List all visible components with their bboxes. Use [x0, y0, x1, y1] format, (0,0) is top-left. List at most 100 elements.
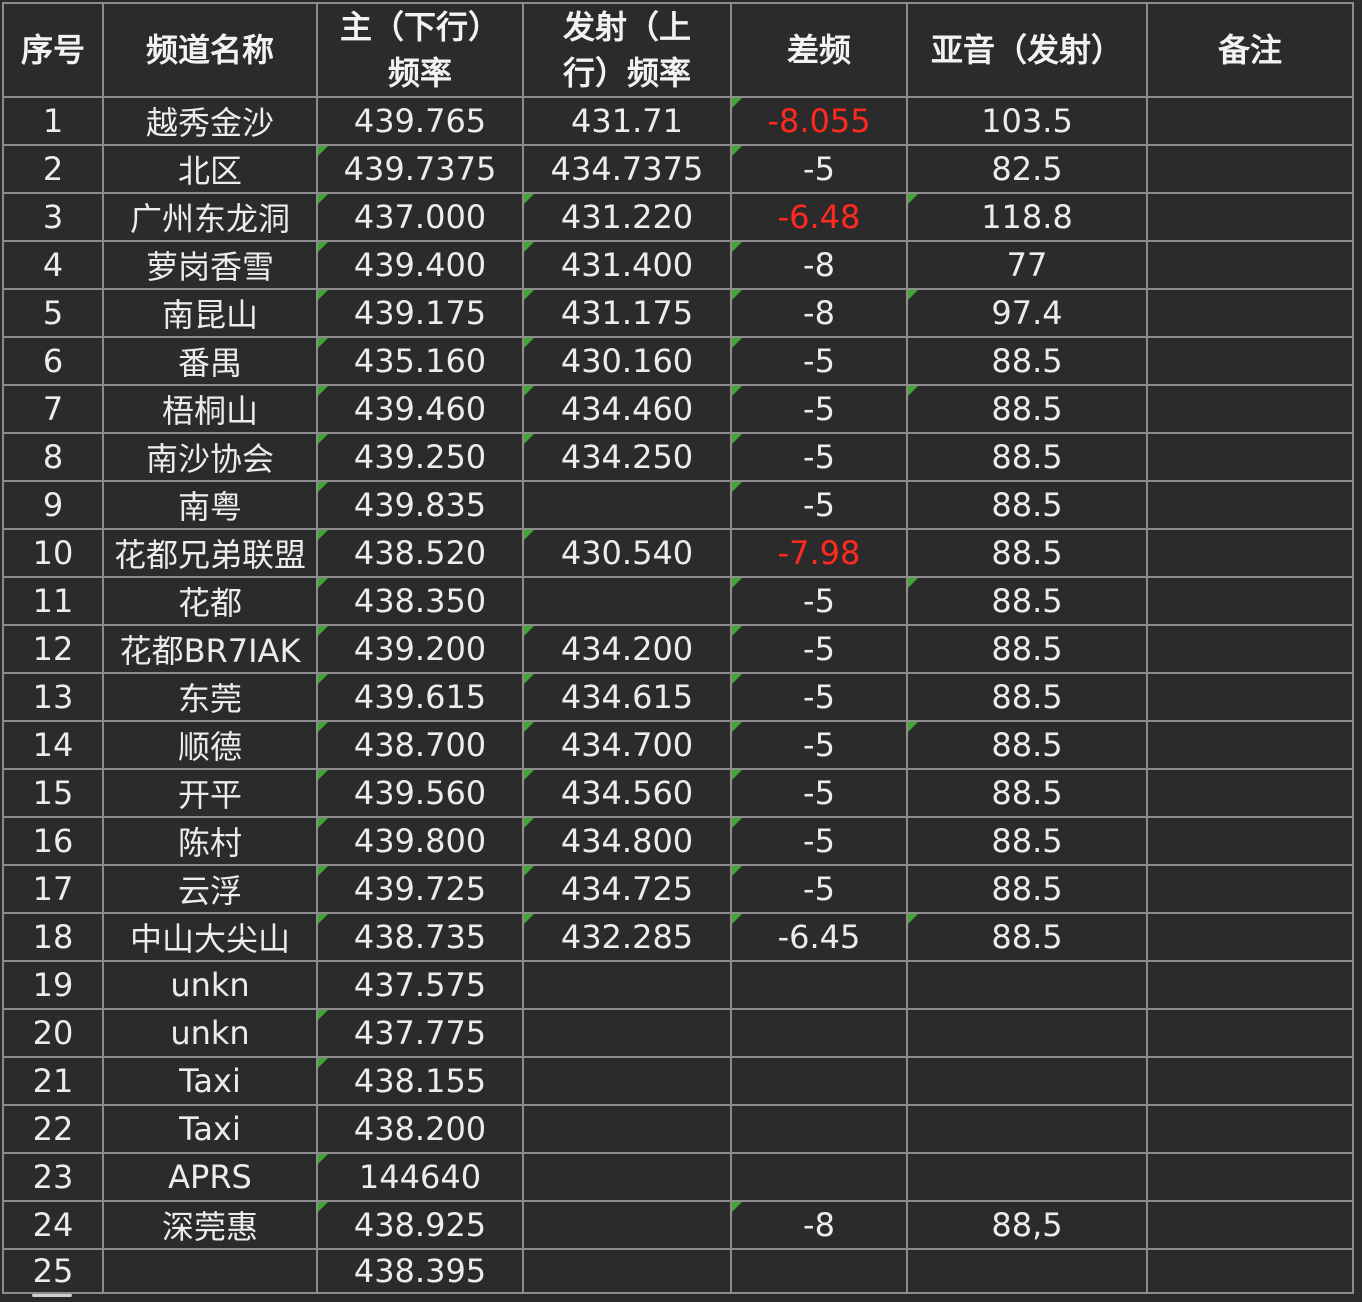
cell-notes[interactable] — [1146, 672, 1354, 722]
cell-channel-name[interactable]: 南昆山 — [102, 288, 318, 338]
header-cell-offset[interactable]: 差频 — [730, 2, 908, 98]
cell-index[interactable]: 23 — [2, 1152, 104, 1202]
cell-downlink-freq[interactable]: 439.800 — [316, 816, 524, 866]
cell-uplink-freq[interactable] — [522, 480, 732, 530]
cell-downlink-freq[interactable]: 438.155 — [316, 1056, 524, 1106]
cell-downlink-freq[interactable]: 439.200 — [316, 624, 524, 674]
cell-ctcss[interactable]: 88.5 — [906, 864, 1148, 914]
cell-uplink-freq[interactable] — [522, 1008, 732, 1058]
cell-uplink-freq[interactable] — [522, 1104, 732, 1154]
cell-ctcss[interactable]: 88.5 — [906, 576, 1148, 626]
cell-ctcss[interactable] — [906, 1104, 1148, 1154]
cell-uplink-freq[interactable]: 434.800 — [522, 816, 732, 866]
cell-downlink-freq[interactable]: 438.200 — [316, 1104, 524, 1154]
cell-notes[interactable] — [1146, 192, 1354, 242]
cell-notes[interactable] — [1146, 1200, 1354, 1250]
cell-channel-name[interactable]: 陈村 — [102, 816, 318, 866]
cell-notes[interactable] — [1146, 816, 1354, 866]
cell-notes[interactable] — [1146, 96, 1354, 146]
cell-uplink-freq[interactable]: 431.71 — [522, 96, 732, 146]
cell-offset[interactable] — [730, 1008, 908, 1058]
cell-ctcss[interactable] — [906, 1008, 1148, 1058]
cell-index[interactable]: 14 — [2, 720, 104, 770]
cell-downlink-freq[interactable]: 144640 — [316, 1152, 524, 1202]
cell-downlink-freq[interactable]: 439.250 — [316, 432, 524, 482]
cell-ctcss[interactable]: 88.5 — [906, 816, 1148, 866]
cell-index[interactable]: 24 — [2, 1200, 104, 1250]
cell-index[interactable]: 4 — [2, 240, 104, 290]
cell-offset[interactable]: -5 — [730, 624, 908, 674]
cell-ctcss[interactable]: 88.5 — [906, 528, 1148, 578]
cell-channel-name[interactable]: unkn — [102, 1008, 318, 1058]
cell-uplink-freq[interactable]: 431.175 — [522, 288, 732, 338]
cell-index[interactable]: 25 — [2, 1248, 104, 1294]
cell-offset[interactable]: -5 — [730, 432, 908, 482]
cell-offset[interactable] — [730, 1248, 908, 1294]
cell-ctcss[interactable]: 82.5 — [906, 144, 1148, 194]
cell-notes[interactable] — [1146, 768, 1354, 818]
cell-downlink-freq[interactable]: 438.700 — [316, 720, 524, 770]
cell-index[interactable]: 11 — [2, 576, 104, 626]
cell-channel-name[interactable]: 中山大尖山 — [102, 912, 318, 962]
header-cell-uplink-freq[interactable]: 发射（上行）频率 — [522, 2, 732, 98]
cell-uplink-freq[interactable]: 431.220 — [522, 192, 732, 242]
cell-channel-name[interactable]: 云浮 — [102, 864, 318, 914]
cell-downlink-freq[interactable]: 438.925 — [316, 1200, 524, 1250]
cell-channel-name[interactable]: 东莞 — [102, 672, 318, 722]
cell-downlink-freq[interactable]: 437.000 — [316, 192, 524, 242]
cell-channel-name[interactable] — [102, 1248, 318, 1294]
cell-index[interactable]: 6 — [2, 336, 104, 386]
cell-channel-name[interactable]: 越秀金沙 — [102, 96, 318, 146]
cell-uplink-freq[interactable]: 434.250 — [522, 432, 732, 482]
cell-channel-name[interactable]: APRS — [102, 1152, 318, 1202]
cell-channel-name[interactable]: 萝岗香雪 — [102, 240, 318, 290]
cell-notes[interactable] — [1146, 528, 1354, 578]
cell-offset[interactable]: -8 — [730, 240, 908, 290]
cell-index[interactable]: 10 — [2, 528, 104, 578]
cell-uplink-freq[interactable]: 434.615 — [522, 672, 732, 722]
cell-index[interactable]: 19 — [2, 960, 104, 1010]
cell-uplink-freq[interactable] — [522, 1200, 732, 1250]
cell-offset[interactable] — [730, 1056, 908, 1106]
cell-index[interactable]: 3 — [2, 192, 104, 242]
cell-offset[interactable] — [730, 1152, 908, 1202]
cell-index[interactable]: 21 — [2, 1056, 104, 1106]
cell-downlink-freq[interactable]: 439.615 — [316, 672, 524, 722]
cell-downlink-freq[interactable]: 438.350 — [316, 576, 524, 626]
cell-index[interactable]: 9 — [2, 480, 104, 530]
cell-uplink-freq[interactable] — [522, 1056, 732, 1106]
cell-ctcss[interactable] — [906, 960, 1148, 1010]
cell-channel-name[interactable]: unkn — [102, 960, 318, 1010]
cell-notes[interactable] — [1146, 336, 1354, 386]
cell-index[interactable]: 18 — [2, 912, 104, 962]
cell-uplink-freq[interactable] — [522, 576, 732, 626]
cell-channel-name[interactable]: 梧桐山 — [102, 384, 318, 434]
header-cell-channel-name[interactable]: 频道名称 — [102, 2, 318, 98]
cell-offset[interactable]: -5 — [730, 816, 908, 866]
cell-uplink-freq[interactable]: 434.725 — [522, 864, 732, 914]
cell-ctcss[interactable]: 88.5 — [906, 480, 1148, 530]
header-cell-notes[interactable]: 备注 — [1146, 2, 1354, 98]
cell-index[interactable]: 12 — [2, 624, 104, 674]
cell-ctcss[interactable]: 97.4 — [906, 288, 1148, 338]
cell-channel-name[interactable]: 花都BR7IAK — [102, 624, 318, 674]
cell-uplink-freq[interactable]: 434.700 — [522, 720, 732, 770]
cell-uplink-freq[interactable]: 430.160 — [522, 336, 732, 386]
cell-offset[interactable]: -8.055 — [730, 96, 908, 146]
cell-index[interactable]: 17 — [2, 864, 104, 914]
cell-channel-name[interactable]: 花都兄弟联盟 — [102, 528, 318, 578]
cell-ctcss[interactable]: 88,5 — [906, 1200, 1148, 1250]
cell-ctcss[interactable] — [906, 1056, 1148, 1106]
cell-offset[interactable]: -5 — [730, 672, 908, 722]
cell-notes[interactable] — [1146, 1008, 1354, 1058]
cell-index[interactable]: 7 — [2, 384, 104, 434]
cell-downlink-freq[interactable]: 439.400 — [316, 240, 524, 290]
cell-channel-name[interactable]: Taxi — [102, 1104, 318, 1154]
cell-ctcss[interactable]: 88.5 — [906, 432, 1148, 482]
cell-index[interactable]: 2 — [2, 144, 104, 194]
cell-uplink-freq[interactable]: 430.540 — [522, 528, 732, 578]
cell-downlink-freq[interactable]: 439.725 — [316, 864, 524, 914]
cell-ctcss[interactable] — [906, 1248, 1148, 1294]
header-cell-downlink-freq[interactable]: 主（下行）频率 — [316, 2, 524, 98]
cell-ctcss[interactable]: 88.5 — [906, 912, 1148, 962]
